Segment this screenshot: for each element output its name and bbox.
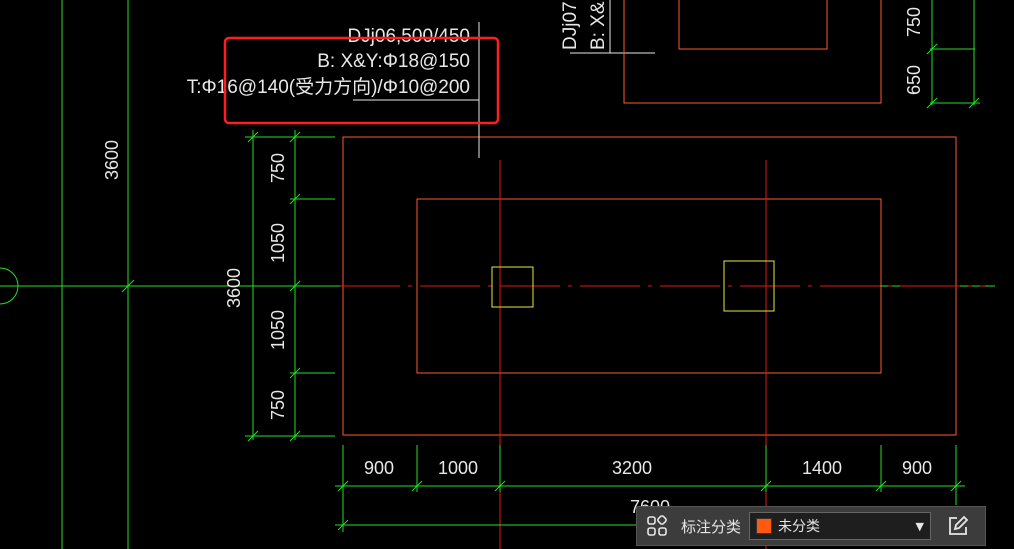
category-selected-value: 未分类 [778,519,821,535]
label-dj07-line2: B: X& [588,1,609,50]
category-select[interactable]: 未分类 ▼ [749,512,932,540]
grid-icon[interactable] [637,507,677,545]
dim-750-dj07: 750 [904,7,924,37]
chevron-down-icon: ▼ [915,519,925,533]
footing-dj07-outer[interactable] [623,0,882,104]
dim-1050-lower: 1050 [268,310,288,350]
dim-1400: 1400 [802,458,842,478]
footing-dj07-inner[interactable] [678,0,828,50]
category-color-swatch [756,518,773,534]
label-dj06-line3: T:Φ16@140(受力方向)/Φ10@200 [187,76,470,98]
label-dj07-line1: DJj07 [560,1,581,50]
label-dj06-line2: B: X&Y:Φ18@150 [317,51,470,72]
dim-1000: 1000 [438,458,478,478]
dim-650-dj07: 650 [904,65,924,95]
dim-900-left: 900 [364,458,394,478]
dim-3200: 3200 [612,458,652,478]
annotation-category-toolbar: 标注分类 未分类 ▼ [636,506,986,546]
dim-1050-upper: 1050 [268,223,288,263]
column-1[interactable] [491,266,534,308]
dim-900-right: 900 [902,458,932,478]
dim-750-top: 750 [268,153,288,183]
edit-icon[interactable] [939,507,977,545]
toolbar-label: 标注分类 [681,517,742,536]
cad-drawing-canvas[interactable]: 3600 3600 750 1050 1050 750 DJj06,500/45… [0,0,1014,549]
label-dj06-line1: DJj06,500/450 [347,26,470,47]
dim-3600-mid: 3600 [224,268,244,308]
dim-750-bottom: 750 [268,390,288,420]
dim-3600-left: 3600 [102,140,122,180]
